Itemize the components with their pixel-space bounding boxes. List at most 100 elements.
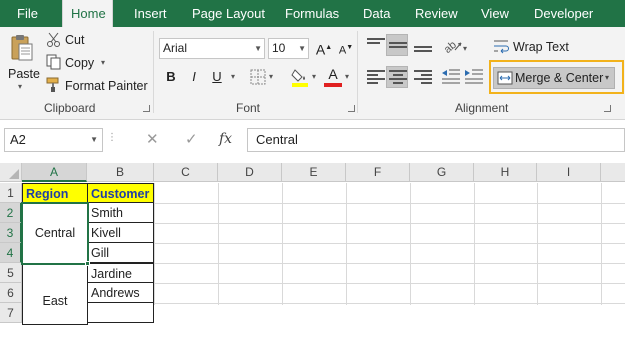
formula-input[interactable]: Central (247, 128, 625, 152)
fill-handle[interactable] (85, 261, 90, 266)
tab-insert[interactable]: Insert (126, 0, 175, 27)
middle-align-icon[interactable] (386, 34, 408, 56)
row-header-6[interactable]: 6 (0, 283, 22, 303)
column-header-a[interactable]: A (22, 163, 87, 182)
gridline (282, 183, 283, 305)
italic-button[interactable]: I (184, 67, 204, 87)
column-header-c[interactable]: C (154, 163, 218, 182)
orientation-icon[interactable]: ab ▾ (441, 36, 469, 56)
cell-b7[interactable] (87, 303, 154, 323)
font-color-icon[interactable]: A (324, 67, 342, 87)
column-header-f[interactable]: F (346, 163, 410, 182)
formula-buttons: ✕ ✓ fx (114, 128, 244, 152)
fill-color-dropdown-icon[interactable]: ▾ (312, 72, 316, 81)
tab-page-layout[interactable]: Page Layout (184, 0, 273, 27)
row-header-1[interactable]: 1 (0, 183, 22, 203)
alignment-launcher-icon[interactable] (604, 105, 611, 112)
tab-formulas[interactable]: Formulas (277, 0, 347, 27)
increase-indent-icon[interactable] (464, 68, 484, 86)
gridline (474, 183, 475, 305)
wrap-text-button[interactable]: Wrap Text (513, 40, 569, 54)
underline-button[interactable]: U (207, 67, 227, 87)
align-right-icon[interactable] (412, 68, 434, 88)
column-header-d[interactable]: D (218, 163, 282, 182)
cut-button[interactable]: Cut (65, 33, 84, 47)
name-box[interactable]: A2 ▼ (4, 128, 103, 152)
gridline (537, 183, 538, 305)
tab-home[interactable]: Home (62, 0, 113, 27)
column-header-g[interactable]: G (410, 163, 474, 182)
formula-bar: A2 ▼ ⋮ ✕ ✓ fx Central (0, 120, 625, 159)
tab-file[interactable]: File (9, 0, 46, 27)
copy-icon[interactable] (46, 54, 62, 70)
cell-b2[interactable]: Smith (87, 203, 154, 223)
column-header-e[interactable]: E (282, 163, 346, 182)
decrease-indent-icon[interactable] (441, 68, 461, 86)
clipboard-launcher-icon[interactable] (143, 105, 150, 112)
font-launcher-icon[interactable] (348, 105, 355, 112)
font-color-dropdown-icon[interactable]: ▾ (345, 72, 349, 81)
group-divider (153, 31, 154, 113)
copy-button[interactable]: Copy (65, 56, 94, 70)
borders-icon[interactable] (250, 69, 266, 85)
cell-b4[interactable]: Gill (87, 243, 154, 263)
cell-b1[interactable]: Customer (87, 183, 154, 203)
cell-b5[interactable]: Jardine (87, 263, 154, 283)
ribbon-tab-bar: File Home Insert Page Layout Formulas Da… (0, 0, 625, 27)
column-header-b[interactable]: B (87, 163, 154, 182)
row-header-5[interactable]: 5 (0, 263, 22, 283)
paste-dropdown-icon[interactable]: ▾ (18, 82, 22, 91)
top-align-icon[interactable] (365, 36, 387, 56)
font-name-select[interactable]: Arial ▼ (159, 38, 265, 59)
wrap-text-icon[interactable] (493, 39, 511, 55)
gridline (218, 183, 219, 305)
borders-dropdown-icon[interactable]: ▾ (269, 72, 273, 81)
cell-b3[interactable]: Kivell (87, 223, 154, 243)
format-painter-button[interactable]: Format Painter (65, 79, 148, 93)
insert-function-icon[interactable]: fx (219, 131, 232, 147)
font-size-value: 10 (272, 41, 286, 55)
align-left-icon[interactable] (365, 68, 387, 88)
tab-view[interactable]: View (473, 0, 517, 27)
tab-review[interactable]: Review (407, 0, 466, 27)
format-painter-icon[interactable] (46, 77, 62, 93)
cut-icon[interactable] (46, 32, 62, 48)
alignment-group-label: Alignment (455, 101, 509, 115)
row-header-7[interactable]: 7 (0, 303, 22, 323)
chevron-down-icon: ▼ (90, 135, 98, 144)
row-header-2[interactable]: 2 (0, 203, 22, 223)
fill-color-icon[interactable] (291, 67, 309, 87)
copy-dropdown-icon[interactable]: ▾ (101, 58, 105, 67)
cancel-icon[interactable]: ✕ (146, 130, 159, 148)
group-divider (357, 31, 358, 113)
gridline (410, 183, 411, 305)
gridline (601, 183, 602, 305)
paste-button[interactable]: Paste (8, 67, 40, 81)
column-header-i[interactable]: I (537, 163, 601, 182)
align-center-icon[interactable] (386, 66, 408, 88)
enter-check-icon[interactable]: ✓ (185, 130, 198, 148)
column-header-j[interactable] (601, 163, 625, 182)
merge-center-highlight (489, 60, 624, 94)
font-group-label: Font (236, 101, 261, 115)
svg-text:▾: ▾ (463, 44, 467, 53)
worksheet-grid: A B C D E F G H I 1 2 3 4 5 6 7 Region C… (0, 163, 625, 325)
cell-a5-merged[interactable]: East (22, 263, 88, 325)
bold-button[interactable]: B (161, 67, 181, 87)
tab-data[interactable]: Data (355, 0, 398, 27)
gridline (346, 183, 347, 305)
row-header-4[interactable]: 4 (0, 243, 22, 263)
select-all-corner[interactable] (0, 163, 22, 182)
grow-font-button[interactable]: A▲ (314, 38, 334, 58)
row-header-3[interactable]: 3 (0, 223, 22, 243)
paste-icon[interactable] (10, 33, 34, 63)
shrink-font-button[interactable]: A▼ (336, 38, 356, 58)
underline-dropdown-icon[interactable]: ▾ (231, 72, 235, 81)
cell-a1[interactable]: Region (22, 183, 88, 203)
cell-b6[interactable]: Andrews (87, 283, 154, 303)
font-name-value: Arial (163, 41, 188, 55)
bottom-align-icon[interactable] (412, 36, 434, 56)
tab-developer[interactable]: Developer (526, 0, 601, 27)
font-size-select[interactable]: 10 ▼ (268, 38, 309, 59)
column-header-h[interactable]: H (474, 163, 537, 182)
